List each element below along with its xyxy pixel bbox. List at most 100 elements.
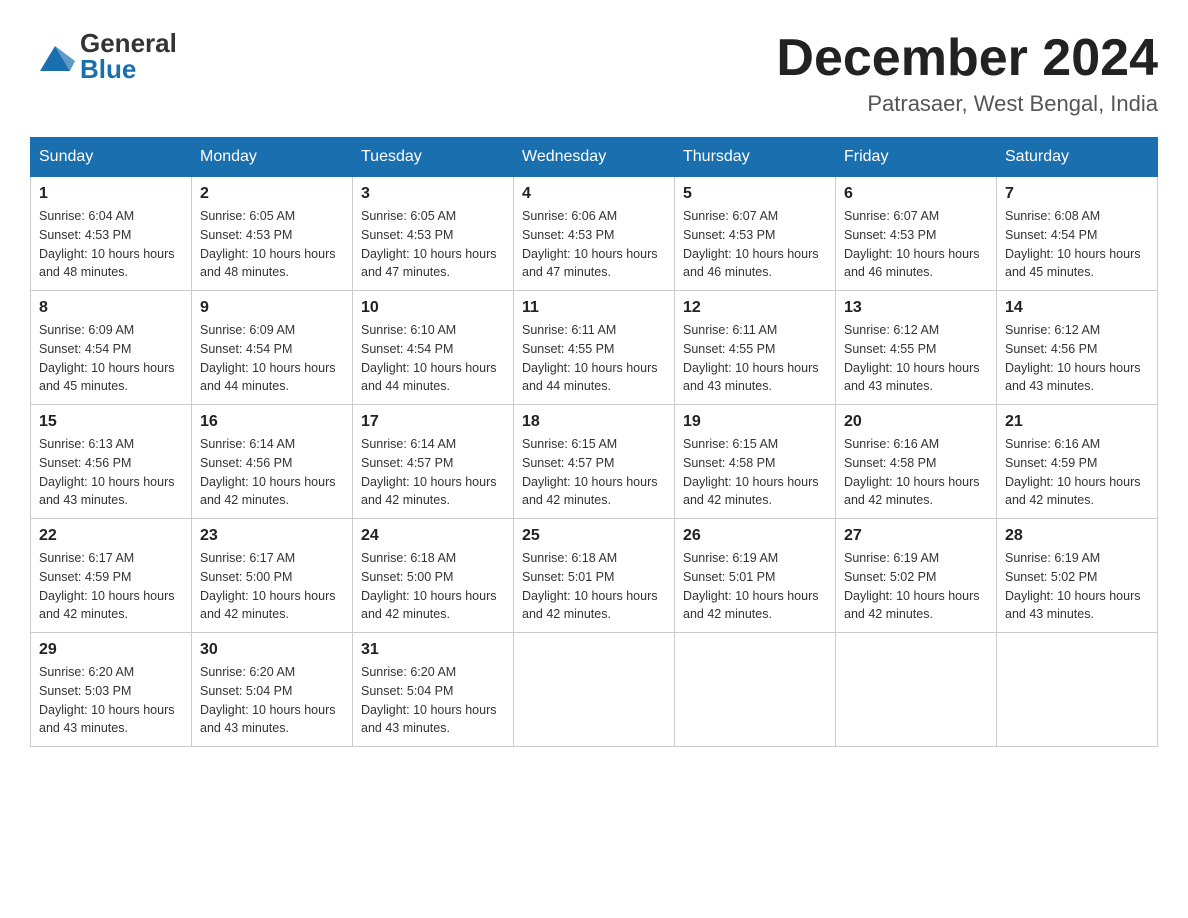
calendar-cell: 13Sunrise: 6:12 AMSunset: 4:55 PMDayligh…	[836, 291, 997, 405]
calendar-cell: 3 Sunrise: 6:05 AMSunset: 4:53 PMDaylight…	[353, 177, 514, 291]
calendar-cell: 28Sunrise: 6:19 AMSunset: 5:02 PMDayligh…	[997, 519, 1158, 633]
page-header: General Blue December 2024 Patrasaer, We…	[30, 30, 1158, 117]
calendar-cell: 15 Sunrise: 6:13 AMSunset: 4:56 PMDayligh…	[31, 405, 192, 519]
day-number: 14	[1005, 299, 1149, 317]
calendar-cell: 19 Sunrise: 6:15 AMSunset: 4:58 PMDayligh…	[675, 405, 836, 519]
day-info: Sunrise: 6:09 AMSunset: 4:54 PMDaylight:…	[39, 321, 183, 396]
calendar-week-row: 29 Sunrise: 6:20 AMSunset: 5:03 PMDayligh…	[31, 633, 1158, 747]
day-info: Sunrise: 6:20 AMSunset: 5:04 PMDaylight:…	[200, 663, 344, 738]
calendar-cell: 16 Sunrise: 6:14 AMSunset: 4:56 PMDayligh…	[192, 405, 353, 519]
calendar-cell: 14 Sunrise: 6:12 AMSunset: 4:56 PMDayligh…	[997, 291, 1158, 405]
calendar-cell: 25 Sunrise: 6:18 AMSunset: 5:01 PMDayligh…	[514, 519, 675, 633]
calendar-cell: 22 Sunrise: 6:17 AMSunset: 4:59 PMDayligh…	[31, 519, 192, 633]
day-number: 27	[844, 527, 988, 545]
day-info: Sunrise: 6:16 AMSunset: 4:58 PMDaylight:…	[844, 435, 988, 510]
title-block: December 2024 Patrasaer, West Bengal, In…	[776, 30, 1158, 117]
calendar-cell: 7 Sunrise: 6:08 AMSunset: 4:54 PMDaylight…	[997, 177, 1158, 291]
day-info: Sunrise: 6:08 AMSunset: 4:54 PMDaylight:…	[1005, 207, 1149, 282]
day-number: 11	[522, 299, 666, 317]
day-number: 19	[683, 413, 827, 431]
day-info: Sunrise: 6:12 AMSunset: 4:56 PMDaylight:…	[1005, 321, 1149, 396]
calendar-week-row: 22 Sunrise: 6:17 AMSunset: 4:59 PMDayligh…	[31, 519, 1158, 633]
day-number: 6	[844, 185, 988, 203]
day-number: 5	[683, 185, 827, 203]
day-number: 7	[1005, 185, 1149, 203]
day-info: Sunrise: 6:14 AMSunset: 4:56 PMDaylight:…	[200, 435, 344, 510]
day-info: Sunrise: 6:20 AMSunset: 5:03 PMDaylight:…	[39, 663, 183, 738]
day-info: Sunrise: 6:07 AMSunset: 4:53 PMDaylight:…	[844, 207, 988, 282]
day-info: Sunrise: 6:18 AMSunset: 5:00 PMDaylight:…	[361, 549, 505, 624]
day-number: 28	[1005, 527, 1149, 545]
calendar-cell: 1Sunrise: 6:04 AMSunset: 4:53 PMDaylight…	[31, 177, 192, 291]
day-info: Sunrise: 6:19 AMSunset: 5:01 PMDaylight:…	[683, 549, 827, 624]
day-number: 1	[39, 185, 183, 203]
day-number: 25	[522, 527, 666, 545]
col-header-friday: Friday	[836, 138, 997, 177]
calendar-cell	[675, 633, 836, 747]
day-info: Sunrise: 6:15 AMSunset: 4:58 PMDaylight:…	[683, 435, 827, 510]
calendar-cell: 31Sunrise: 6:20 AMSunset: 5:04 PMDayligh…	[353, 633, 514, 747]
day-info: Sunrise: 6:09 AMSunset: 4:54 PMDaylight:…	[200, 321, 344, 396]
calendar-cell: 20Sunrise: 6:16 AMSunset: 4:58 PMDayligh…	[836, 405, 997, 519]
logo-name: General Blue	[80, 30, 177, 82]
day-number: 3	[361, 185, 505, 203]
day-number: 29	[39, 641, 183, 659]
calendar-cell: 6 Sunrise: 6:07 AMSunset: 4:53 PMDaylight…	[836, 177, 997, 291]
calendar-cell: 21 Sunrise: 6:16 AMSunset: 4:59 PMDayligh…	[997, 405, 1158, 519]
day-info: Sunrise: 6:20 AMSunset: 5:04 PMDaylight:…	[361, 663, 505, 738]
calendar-cell: 5 Sunrise: 6:07 AMSunset: 4:53 PMDaylight…	[675, 177, 836, 291]
calendar-cell	[836, 633, 997, 747]
col-header-saturday: Saturday	[997, 138, 1158, 177]
calendar-cell: 23Sunrise: 6:17 AMSunset: 5:00 PMDayligh…	[192, 519, 353, 633]
day-info: Sunrise: 6:17 AMSunset: 4:59 PMDaylight:…	[39, 549, 183, 624]
day-info: Sunrise: 6:11 AMSunset: 4:55 PMDaylight:…	[683, 321, 827, 396]
logo-blue-text: Blue	[80, 56, 177, 82]
day-number: 4	[522, 185, 666, 203]
logo: General Blue	[30, 30, 177, 82]
day-info: Sunrise: 6:15 AMSunset: 4:57 PMDaylight:…	[522, 435, 666, 510]
calendar-cell: 30 Sunrise: 6:20 AMSunset: 5:04 PMDayligh…	[192, 633, 353, 747]
day-number: 9	[200, 299, 344, 317]
col-header-monday: Monday	[192, 138, 353, 177]
calendar-cell: 18Sunrise: 6:15 AMSunset: 4:57 PMDayligh…	[514, 405, 675, 519]
calendar-header-row: SundayMondayTuesdayWednesdayThursdayFrid…	[31, 138, 1158, 177]
calendar-cell: 8 Sunrise: 6:09 AMSunset: 4:54 PMDaylight…	[31, 291, 192, 405]
day-number: 17	[361, 413, 505, 431]
calendar-cell: 17 Sunrise: 6:14 AMSunset: 4:57 PMDayligh…	[353, 405, 514, 519]
day-info: Sunrise: 6:07 AMSunset: 4:53 PMDaylight:…	[683, 207, 827, 282]
day-number: 22	[39, 527, 183, 545]
calendar-week-row: 8 Sunrise: 6:09 AMSunset: 4:54 PMDaylight…	[31, 291, 1158, 405]
day-number: 24	[361, 527, 505, 545]
day-number: 12	[683, 299, 827, 317]
calendar-week-row: 1Sunrise: 6:04 AMSunset: 4:53 PMDaylight…	[31, 177, 1158, 291]
col-header-wednesday: Wednesday	[514, 138, 675, 177]
day-info: Sunrise: 6:13 AMSunset: 4:56 PMDaylight:…	[39, 435, 183, 510]
calendar-cell: 29 Sunrise: 6:20 AMSunset: 5:03 PMDayligh…	[31, 633, 192, 747]
location-subtitle: Patrasaer, West Bengal, India	[776, 91, 1158, 117]
col-header-tuesday: Tuesday	[353, 138, 514, 177]
day-number: 10	[361, 299, 505, 317]
calendar-cell: 11 Sunrise: 6:11 AMSunset: 4:55 PMDayligh…	[514, 291, 675, 405]
day-info: Sunrise: 6:06 AMSunset: 4:53 PMDaylight:…	[522, 207, 666, 282]
calendar-cell	[997, 633, 1158, 747]
calendar-table: SundayMondayTuesdayWednesdayThursdayFrid…	[30, 137, 1158, 747]
col-header-thursday: Thursday	[675, 138, 836, 177]
logo-icon	[30, 31, 80, 81]
day-info: Sunrise: 6:10 AMSunset: 4:54 PMDaylight:…	[361, 321, 505, 396]
day-info: Sunrise: 6:05 AMSunset: 4:53 PMDaylight:…	[361, 207, 505, 282]
day-number: 21	[1005, 413, 1149, 431]
day-info: Sunrise: 6:18 AMSunset: 5:01 PMDaylight:…	[522, 549, 666, 624]
day-number: 16	[200, 413, 344, 431]
day-info: Sunrise: 6:12 AMSunset: 4:55 PMDaylight:…	[844, 321, 988, 396]
day-number: 23	[200, 527, 344, 545]
logo-general-text: General	[80, 30, 177, 56]
day-number: 15	[39, 413, 183, 431]
day-number: 8	[39, 299, 183, 317]
month-year-title: December 2024	[776, 30, 1158, 87]
day-number: 30	[200, 641, 344, 659]
day-info: Sunrise: 6:14 AMSunset: 4:57 PMDaylight:…	[361, 435, 505, 510]
day-info: Sunrise: 6:16 AMSunset: 4:59 PMDaylight:…	[1005, 435, 1149, 510]
calendar-cell: 4 Sunrise: 6:06 AMSunset: 4:53 PMDaylight…	[514, 177, 675, 291]
day-info: Sunrise: 6:11 AMSunset: 4:55 PMDaylight:…	[522, 321, 666, 396]
day-info: Sunrise: 6:05 AMSunset: 4:53 PMDaylight:…	[200, 207, 344, 282]
